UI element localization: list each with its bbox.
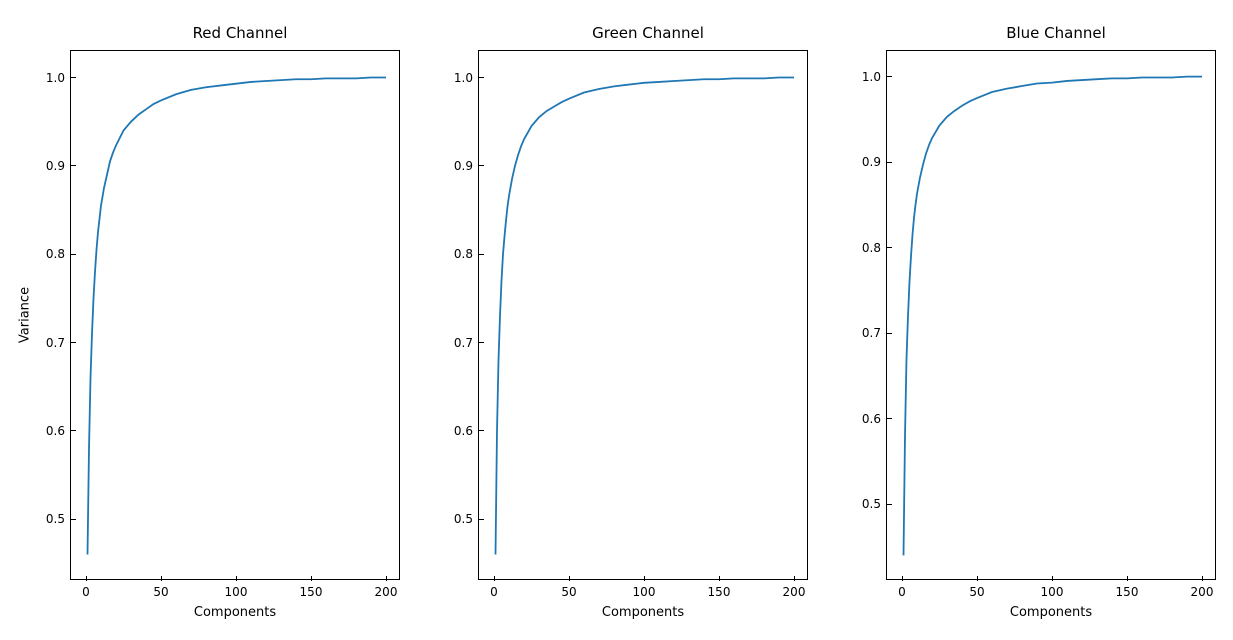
- x-tick-label: 50: [153, 585, 168, 599]
- x-tick-label: 200: [1191, 585, 1214, 599]
- y-tick: [479, 165, 484, 166]
- y-tick-label: 0.6: [46, 424, 65, 438]
- y-tick: [479, 519, 484, 520]
- y-tick-label: 0.6: [454, 424, 473, 438]
- y-tick: [887, 418, 892, 419]
- axes-frame: Variance Components 0501001502000.50.60.…: [70, 50, 400, 580]
- y-tick-label: 0.9: [454, 159, 473, 173]
- line-plot: [71, 51, 401, 581]
- x-axis-label: Components: [71, 605, 399, 620]
- y-tick-label: 0.5: [454, 512, 473, 526]
- y-tick-label: 0.9: [862, 155, 881, 169]
- y-tick: [479, 77, 484, 78]
- y-tick-label: 0.5: [862, 497, 881, 511]
- x-tick: [902, 576, 903, 581]
- x-tick: [719, 576, 720, 581]
- y-tick-label: 0.9: [46, 159, 65, 173]
- axes-frame: Components 0501001502000.50.60.70.80.91.…: [886, 50, 1216, 580]
- figure: Red Channel Variance Components 05010015…: [0, 0, 1233, 640]
- data-line: [904, 77, 1203, 556]
- x-tick-label: 50: [969, 585, 984, 599]
- x-tick: [794, 576, 795, 581]
- y-tick-label: 0.7: [46, 336, 65, 350]
- y-tick: [479, 342, 484, 343]
- y-tick: [479, 254, 484, 255]
- y-tick-label: 1.0: [862, 70, 881, 84]
- x-tick: [977, 576, 978, 581]
- x-tick: [1052, 576, 1053, 581]
- chart-title: Green Channel: [478, 24, 818, 42]
- x-tick-label: 50: [561, 585, 576, 599]
- x-tick: [161, 576, 162, 581]
- x-tick-label: 150: [1116, 585, 1139, 599]
- x-tick: [644, 576, 645, 581]
- data-line: [496, 78, 795, 555]
- x-tick: [86, 576, 87, 581]
- y-axis-label: Variance: [18, 287, 33, 343]
- y-tick-label: 1.0: [454, 71, 473, 85]
- x-tick: [386, 576, 387, 581]
- x-tick: [494, 576, 495, 581]
- y-tick: [887, 162, 892, 163]
- x-tick-label: 150: [708, 585, 731, 599]
- x-tick-label: 200: [375, 585, 398, 599]
- y-tick: [479, 430, 484, 431]
- axes-frame: Components 0501001502000.50.60.70.80.91.…: [478, 50, 808, 580]
- x-tick: [1202, 576, 1203, 581]
- chart-title: Blue Channel: [886, 24, 1226, 42]
- y-tick: [887, 333, 892, 334]
- y-tick-label: 1.0: [46, 71, 65, 85]
- y-tick: [887, 504, 892, 505]
- x-tick-label: 100: [633, 585, 656, 599]
- data-line: [88, 78, 387, 555]
- x-tick: [569, 576, 570, 581]
- x-tick-label: 150: [300, 585, 323, 599]
- x-tick-label: 100: [1041, 585, 1064, 599]
- x-tick-label: 0: [82, 585, 90, 599]
- x-tick-label: 0: [898, 585, 906, 599]
- x-tick: [311, 576, 312, 581]
- y-tick-label: 0.8: [46, 247, 65, 261]
- y-tick-label: 0.7: [454, 336, 473, 350]
- x-tick: [236, 576, 237, 581]
- y-tick-label: 0.8: [454, 247, 473, 261]
- x-tick-label: 0: [490, 585, 498, 599]
- y-tick-label: 0.8: [862, 241, 881, 255]
- y-tick: [887, 247, 892, 248]
- y-tick-label: 0.7: [862, 326, 881, 340]
- y-tick: [71, 430, 76, 431]
- y-tick: [71, 254, 76, 255]
- y-tick: [71, 342, 76, 343]
- y-tick-label: 0.5: [46, 512, 65, 526]
- y-tick-label: 0.6: [862, 412, 881, 426]
- y-tick: [71, 77, 76, 78]
- chart-title: Red Channel: [70, 24, 410, 42]
- x-tick-label: 100: [225, 585, 248, 599]
- y-tick: [887, 76, 892, 77]
- line-plot: [887, 51, 1217, 581]
- x-axis-label: Components: [887, 605, 1215, 620]
- x-axis-label: Components: [479, 605, 807, 620]
- y-tick: [71, 519, 76, 520]
- line-plot: [479, 51, 809, 581]
- x-tick: [1127, 576, 1128, 581]
- y-tick: [71, 165, 76, 166]
- x-tick-label: 200: [783, 585, 806, 599]
